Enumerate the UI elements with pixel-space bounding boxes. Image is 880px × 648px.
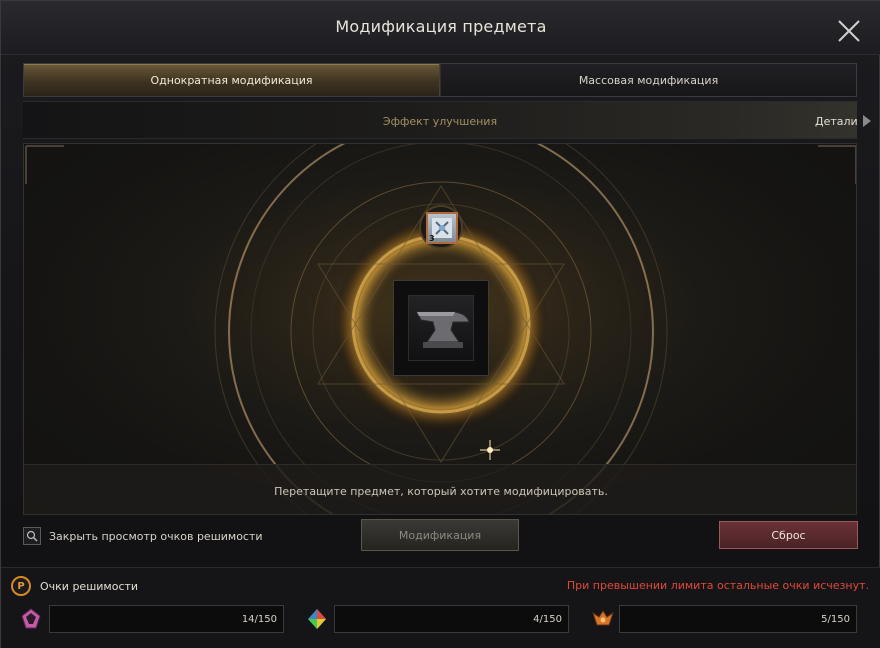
points-limit-warning: При превышении лимита остальные очки исч… (566, 579, 869, 592)
rainbow-gem-icon (308, 609, 326, 629)
title-bar: Модификация предмета (1, 1, 880, 55)
resolve-points-badge-icon: P (11, 576, 31, 596)
point-value-2: 4/150 (533, 614, 562, 625)
close-icon (838, 20, 860, 42)
close-points-view-toggle[interactable]: Закрыть просмотр очков решимости (23, 527, 263, 545)
upgrade-effect-label: Эффект улучшения (382, 115, 498, 128)
anvil-frame (408, 295, 474, 361)
tab-mass-modification[interactable]: Массовая модификация (440, 64, 856, 96)
point-field-1: 14/150 (49, 605, 284, 633)
mode-tabs: Однократная модификация Массовая модифик… (23, 63, 857, 97)
drop-hint-text: Перетащите предмет, который хотите модиф… (274, 485, 608, 498)
point-value-1: 14/150 (241, 614, 277, 625)
point-value-3: 5/150 (821, 614, 850, 625)
point-field-2: 4/150 (334, 605, 569, 633)
orange-crest-icon (592, 610, 614, 626)
hint-bar: Перетащите предмет, который хотите модиф… (24, 464, 856, 514)
tab-single-modification[interactable]: Однократная модификация (24, 64, 440, 96)
anvil-icon (416, 311, 470, 348)
details-button[interactable]: Детали (815, 114, 872, 128)
chevron-right-icon (862, 115, 871, 127)
points-title: Очки решимости (40, 579, 139, 593)
points-header: P Очки решимости (11, 576, 138, 596)
window-title: Модификация предмета (335, 17, 547, 36)
details-label: Детали (815, 114, 858, 128)
target-item-slot[interactable] (393, 280, 489, 376)
magnifier-icon (26, 530, 38, 542)
close-button[interactable] (833, 15, 865, 47)
upgrade-effect-bar: Эффект улучшения Детали (23, 101, 871, 139)
reset-button[interactable]: Сброс (719, 521, 858, 549)
modify-button[interactable]: Модификация (361, 519, 519, 551)
modification-scroll-item[interactable]: 3 (426, 212, 458, 244)
pink-gem-icon (21, 608, 41, 629)
magnifier-box (23, 527, 41, 545)
point-field-3: 5/150 (619, 605, 857, 633)
scroll-count: 3 (429, 234, 435, 243)
toggle-label: Закрыть просмотр очков решимости (49, 529, 263, 543)
modification-window: Модификация предмета Однократная модифик… (0, 0, 880, 648)
modification-stage: 3 Перетащите предмет, который хотите мод… (23, 143, 857, 515)
